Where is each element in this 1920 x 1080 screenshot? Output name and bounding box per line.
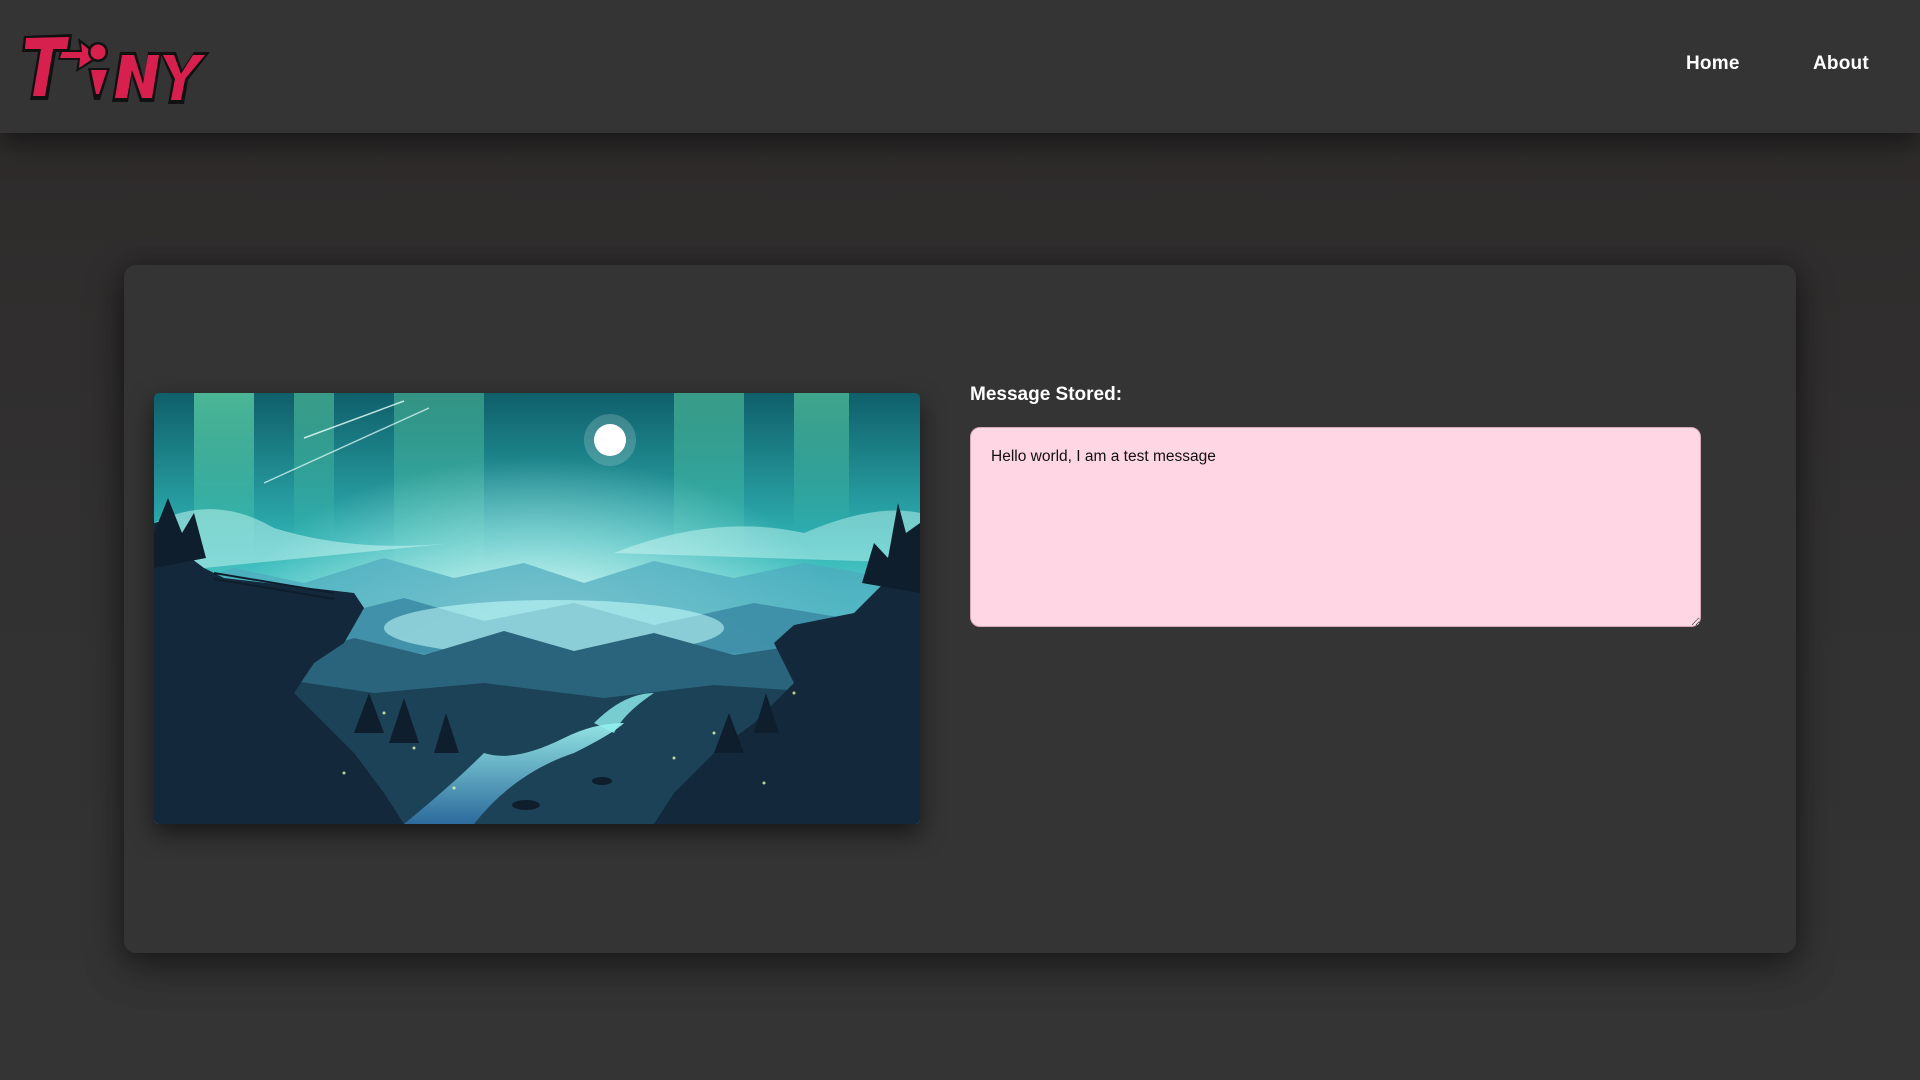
message-label: Message Stored: bbox=[970, 384, 1123, 405]
aurora-landscape-icon bbox=[154, 393, 920, 824]
nav-home-link[interactable]: Home bbox=[1686, 53, 1740, 75]
nav-about-link[interactable]: About bbox=[1813, 53, 1869, 75]
landscape-image bbox=[154, 393, 920, 824]
navbar: Home About bbox=[0, 0, 1920, 133]
logo[interactable] bbox=[20, 22, 210, 106]
content-card: Message Stored: Hello world, I am a test… bbox=[124, 265, 1796, 953]
tiny-logo-icon bbox=[22, 34, 210, 104]
message-textarea[interactable]: Hello world, I am a test message bbox=[970, 427, 1701, 627]
